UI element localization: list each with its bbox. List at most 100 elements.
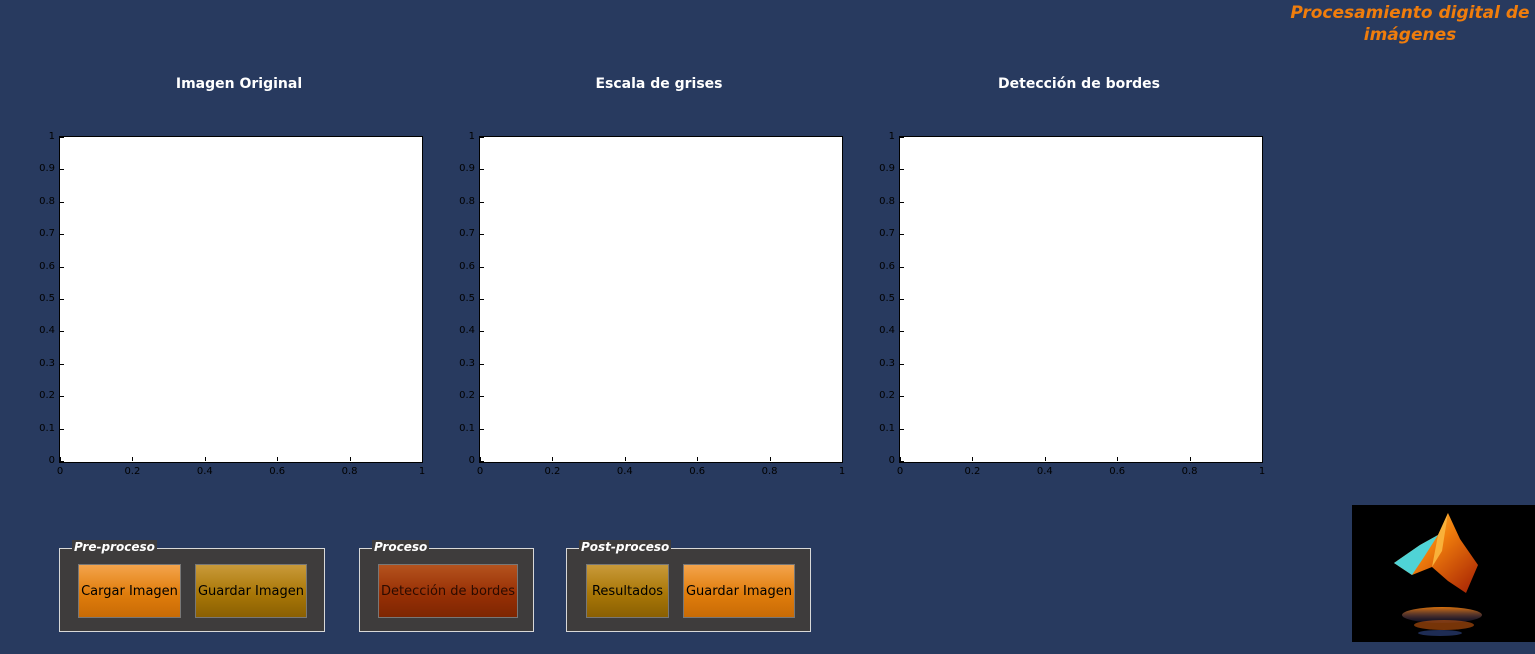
- ytick-label: 0.3: [459, 357, 475, 369]
- ytick-label: 0.1: [459, 422, 475, 434]
- ytick-mark: [60, 428, 64, 430]
- ytick-mark: [480, 396, 484, 398]
- ytick-label: 0.5: [879, 293, 895, 304]
- xtick-mark: [1044, 457, 1046, 461]
- axes-original: [59, 136, 423, 463]
- load-image-button[interactable]: Cargar Imagen: [78, 564, 181, 618]
- xtick-mark: [842, 457, 843, 461]
- ytick-mark: [480, 169, 484, 171]
- edge-detection-button[interactable]: Detección de bordes: [378, 564, 518, 618]
- save-image-button-post[interactable]: Guardar Imagen: [683, 564, 795, 618]
- ytick-mark: [900, 363, 904, 365]
- xtick-mark: [1189, 457, 1191, 461]
- ytick-mark: [900, 169, 904, 171]
- axis-title-grayscale: Escala de grises: [595, 76, 723, 92]
- ytick-mark: [60, 266, 64, 268]
- ytick-mark: [60, 234, 64, 236]
- xtick-mark: [1262, 457, 1263, 461]
- ytick-label: 0.3: [39, 357, 55, 369]
- ytick-label: 0.9: [879, 163, 895, 175]
- ytick-label: 0.4: [459, 325, 475, 337]
- ytick-label: 0.8: [39, 195, 55, 207]
- axes-edges: [899, 136, 1263, 463]
- ytick-mark: [480, 299, 484, 300]
- ytick-label: 0.8: [879, 195, 895, 207]
- results-button[interactable]: Resultados: [586, 564, 669, 618]
- matlab-logo-icon: [1352, 505, 1535, 642]
- ytick-label: 0.3: [879, 357, 895, 369]
- ytick-label: 0.5: [459, 293, 475, 304]
- xtick-label: 0: [56, 466, 64, 477]
- ytick-label: 1: [888, 131, 895, 142]
- ytick-label: 0.7: [879, 228, 895, 240]
- xtick-label: 0.6: [1109, 466, 1126, 477]
- ytick-mark: [480, 428, 484, 430]
- ytick-mark: [900, 396, 904, 398]
- ytick-mark: [900, 299, 904, 300]
- ytick-mark: [60, 461, 64, 462]
- app-title-line2: imágenes: [1363, 25, 1457, 45]
- panel-preproceso-title: Pre-proceso: [72, 540, 157, 554]
- ytick-label: 0.7: [39, 228, 55, 240]
- ytick-mark: [900, 461, 904, 462]
- panel-proceso-title: Proceso: [372, 540, 430, 554]
- ytick-label: 0.2: [39, 390, 55, 402]
- ytick-mark: [60, 201, 64, 203]
- ytick-label: 0.1: [879, 422, 895, 434]
- ytick-label: 0.8: [459, 195, 475, 207]
- axis-title-edges: Detección de bordes: [998, 76, 1160, 92]
- ytick-label: 0.9: [459, 163, 475, 175]
- ytick-label: 0.9: [39, 163, 55, 175]
- xtick-mark: [624, 457, 626, 461]
- xtick-label: 0.4: [616, 466, 633, 477]
- xtick-label: 0.2: [124, 466, 141, 477]
- ytick-mark: [60, 137, 64, 138]
- ytick-mark: [480, 363, 484, 365]
- xtick-label: 0.4: [196, 466, 213, 477]
- panel-postproceso-title: Post-proceso: [579, 540, 672, 554]
- ytick-label: 0.4: [879, 325, 895, 337]
- ytick-mark: [60, 363, 64, 365]
- panel-preproceso: Pre-proceso Cargar Imagen Guardar Imagen: [59, 540, 325, 632]
- xtick-label: 0.4: [1036, 466, 1053, 477]
- ytick-label: 0.2: [879, 390, 895, 402]
- ytick-label: 1: [468, 131, 475, 142]
- xtick-mark: [972, 457, 974, 461]
- xtick-mark: [349, 457, 351, 461]
- xtick-label: 0.6: [689, 466, 706, 477]
- xtick-label: 0: [476, 466, 484, 477]
- app-title-line1: Procesamiento digital de: [1290, 3, 1530, 23]
- xtick-mark: [697, 457, 699, 461]
- xtick-mark: [769, 457, 771, 461]
- ytick-mark: [480, 331, 484, 333]
- ytick-mark: [60, 396, 64, 398]
- xtick-mark: [480, 457, 481, 461]
- ytick-mark: [900, 428, 904, 430]
- ytick-label: 0.6: [879, 260, 895, 272]
- xtick-mark: [277, 457, 279, 461]
- xtick-label: 1: [838, 466, 846, 477]
- xtick-label: 0.2: [544, 466, 561, 477]
- xtick-mark: [132, 457, 134, 461]
- xtick-mark: [204, 457, 206, 461]
- ytick-mark: [480, 461, 484, 462]
- xtick-label: 1: [418, 466, 426, 477]
- ytick-mark: [900, 137, 904, 138]
- xtick-label: 0: [896, 466, 904, 477]
- xtick-mark: [900, 457, 901, 461]
- xtick-label: 0.2: [964, 466, 981, 477]
- ytick-label: 0.5: [39, 293, 55, 304]
- ytick-mark: [60, 331, 64, 333]
- ytick-mark: [480, 201, 484, 203]
- xtick-mark: [1117, 457, 1119, 461]
- xtick-label: 0.8: [761, 466, 778, 477]
- ytick-label: 0.6: [459, 260, 475, 272]
- ytick-mark: [900, 331, 904, 333]
- xtick-mark: [552, 457, 554, 461]
- xtick-mark: [422, 457, 423, 461]
- panel-proceso: Proceso Detección de bordes: [359, 540, 534, 632]
- ytick-label: 0.7: [459, 228, 475, 240]
- ytick-mark: [900, 266, 904, 268]
- save-image-button-pre[interactable]: Guardar Imagen: [195, 564, 307, 618]
- ytick-mark: [900, 234, 904, 236]
